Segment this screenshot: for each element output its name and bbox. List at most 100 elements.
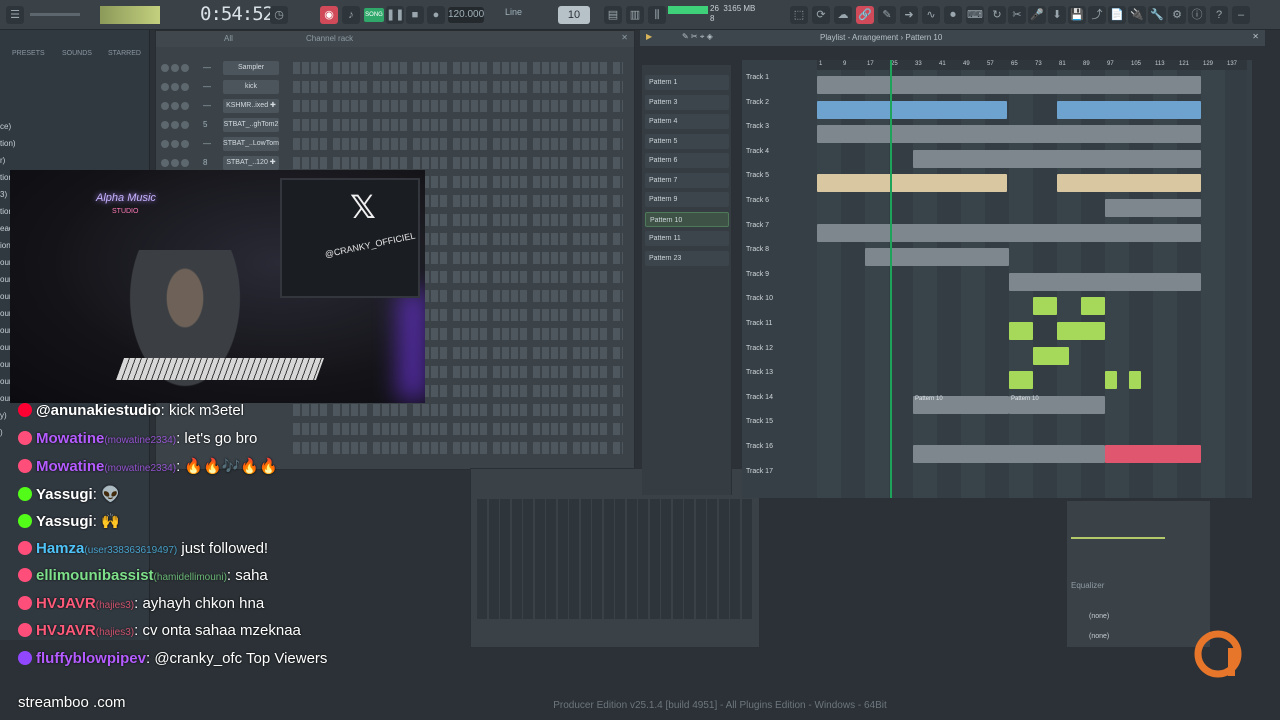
playlist-clip[interactable] (1033, 297, 1057, 316)
track-header[interactable]: Track 8 (742, 238, 812, 262)
link-icon[interactable]: 🔗 (856, 6, 874, 24)
track-header[interactable]: Track 10 (742, 287, 812, 311)
channel-name-button[interactable]: STBAT_..120 ✚ (223, 156, 279, 170)
channel-knob[interactable] (161, 140, 169, 148)
mixer-fader[interactable] (718, 499, 729, 619)
playlist-clip[interactable] (913, 445, 1105, 463)
channel-row[interactable]: — STBAT_..LowTom (161, 137, 631, 153)
export-icon[interactable]: ⤴ (1088, 6, 1106, 24)
timeline-ruler[interactable]: 1 9 17 25 33 41 49 57 65 73 81 89 97 105 113 121 129 137 (817, 60, 1247, 70)
mixer-fader[interactable] (695, 499, 706, 619)
channel-row[interactable]: 5 STBAT_..ghTom2 (161, 118, 631, 134)
record-icon[interactable]: ● (427, 6, 445, 24)
channel-row[interactable]: — kick (161, 80, 631, 96)
channel-knob[interactable] (171, 121, 179, 129)
channel-name-button[interactable]: kick (223, 80, 279, 94)
playlist-clip[interactable] (817, 100, 1007, 119)
mixer-fader[interactable] (523, 499, 533, 619)
playlist-clip[interactable] (1081, 297, 1105, 316)
mixer-fader[interactable] (626, 499, 637, 619)
channel-knob[interactable] (161, 159, 169, 167)
cut-icon[interactable]: ✂ (1008, 6, 1026, 24)
channel-mixer-track[interactable]: 8 (203, 156, 207, 170)
snap-selector[interactable]: Line (505, 7, 522, 17)
wrench-icon[interactable]: 🔧 (1148, 6, 1166, 24)
mixer-fader[interactable] (534, 499, 545, 619)
draw-tool-icon[interactable]: ✎ ✂ ⌖ ◈ (682, 32, 713, 42)
channel-knob[interactable] (171, 159, 179, 167)
playlist-clip[interactable] (913, 149, 1201, 168)
playlist-clip[interactable] (817, 76, 1201, 94)
mixer-fader[interactable] (672, 499, 683, 619)
mixer-fader[interactable] (603, 499, 614, 619)
playlist-clip[interactable] (1129, 371, 1141, 390)
track-header[interactable]: Track 2 (742, 91, 812, 115)
playlist-clip[interactable] (817, 125, 1201, 144)
song-mode-toggle[interactable]: SONG (364, 8, 384, 22)
track-header[interactable]: Track 3 (742, 115, 812, 139)
close-icon[interactable]: ✕ (621, 33, 628, 42)
browser-item[interactable]: r) (0, 156, 5, 165)
minimize-icon[interactable]: – (1232, 6, 1250, 24)
channel-name-button[interactable]: KSHMR..ixed ✚ (223, 99, 279, 113)
mixer-fader[interactable] (477, 499, 487, 619)
mixer-fader[interactable] (511, 499, 522, 619)
track-header[interactable]: Track 17 (742, 460, 812, 484)
browser-item[interactable]: 3) (0, 190, 7, 199)
mixer-fader[interactable] (569, 499, 579, 619)
playlist-clip[interactable] (817, 223, 1201, 242)
mixer-fader[interactable] (741, 499, 752, 619)
playlist-clip[interactable] (1057, 174, 1201, 193)
step-sequencer[interactable] (293, 62, 623, 74)
mixer-fader[interactable] (684, 499, 694, 619)
mixer-fader[interactable] (707, 499, 717, 619)
channel-knob[interactable] (171, 102, 179, 110)
download-icon[interactable]: ⬇ (1048, 6, 1066, 24)
pattern-item[interactable]: Pattern 6 (645, 153, 729, 168)
playlist-clip[interactable] (1033, 346, 1069, 365)
mixer-icon[interactable]: ⫼ (648, 6, 666, 24)
track-header[interactable]: Track 14 (742, 386, 812, 410)
pattern-item[interactable]: Pattern 5 (645, 133, 729, 149)
metronome-icon[interactable]: ♪ (342, 6, 360, 24)
plug-icon[interactable]: 🔌 (1128, 6, 1146, 24)
channel-knob[interactable] (161, 102, 169, 110)
track-header[interactable]: Track 16 (742, 435, 812, 459)
channel-knob[interactable] (161, 121, 169, 129)
cloud-icon[interactable]: ☁ (834, 6, 852, 24)
playlist-clip[interactable] (1105, 199, 1201, 217)
channel-knob[interactable] (171, 64, 179, 72)
tab-starred[interactable]: STARRED (108, 50, 141, 57)
channel-name-button[interactable]: Sampler (223, 61, 279, 75)
channel-knob[interactable] (181, 102, 189, 110)
mixer-fader[interactable] (580, 499, 591, 619)
channel-filter[interactable]: All (224, 34, 233, 43)
track-header[interactable]: Track 11 (742, 312, 812, 336)
tempo-display[interactable]: 120.000 (448, 7, 484, 23)
channel-knob[interactable] (181, 121, 189, 129)
track-header[interactable]: Track 1 (742, 66, 812, 90)
channel-mixer-track[interactable]: — (203, 99, 211, 113)
playlist-clip[interactable] (1009, 371, 1033, 390)
browser-item[interactable]: tion) (0, 139, 16, 148)
piano-roll-icon[interactable]: ▥ (626, 6, 644, 24)
track-header[interactable]: Track 5 (742, 164, 812, 188)
channel-knob[interactable] (171, 83, 179, 91)
mixer-fader[interactable] (615, 499, 625, 619)
step-sequencer[interactable] (293, 100, 623, 112)
step-sequencer[interactable] (293, 138, 623, 150)
step-sequencer[interactable] (293, 81, 623, 93)
tune-icon[interactable]: ⚙ (1168, 6, 1186, 24)
playhead[interactable] (890, 60, 892, 498)
playlist-clip[interactable] (1009, 322, 1033, 340)
loop-icon[interactable]: ↻ (988, 6, 1006, 24)
mixer-fader[interactable] (638, 499, 648, 619)
info-icon[interactable]: ⓘ (1188, 6, 1206, 24)
mixer-fader[interactable] (500, 499, 510, 619)
playlist-clip[interactable] (1105, 445, 1201, 463)
help-icon[interactable]: ? (1210, 6, 1228, 24)
file-icon[interactable]: 📄 (1108, 6, 1126, 24)
mixer-fader[interactable] (488, 499, 499, 619)
play-icon[interactable]: ▶ (646, 32, 652, 41)
track-header[interactable]: Track 9 (742, 263, 812, 287)
